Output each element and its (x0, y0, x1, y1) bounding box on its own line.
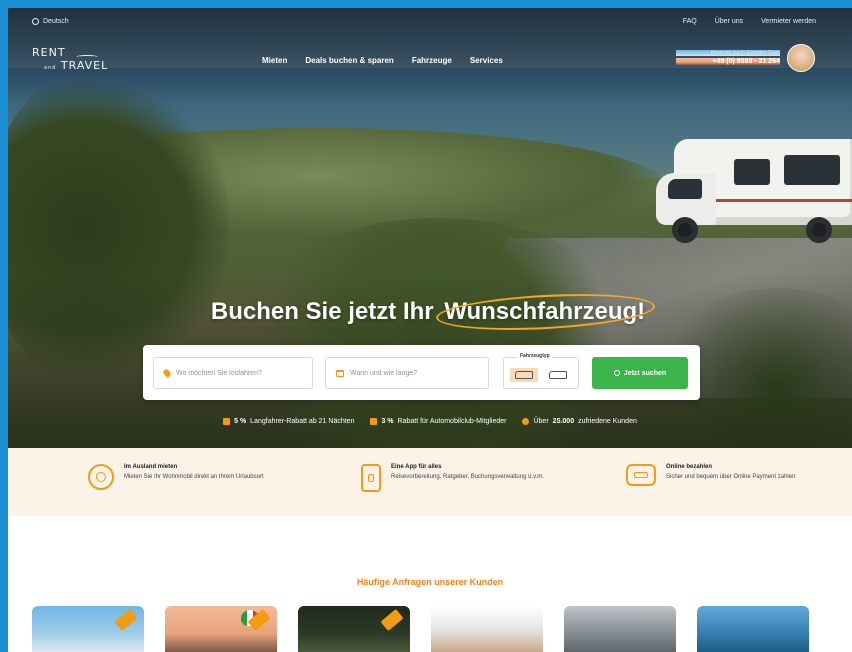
language-switcher[interactable]: Deutsch (32, 18, 69, 25)
nav-item-fahrzeuge[interactable]: Fahrzeuge (412, 56, 452, 65)
hero-headline: Buchen Sie jetzt Ihr Wunschfahrzeug! (8, 298, 852, 326)
vehicle-type-label: Fahrzeugtyp (518, 353, 552, 359)
location-field[interactable]: Wo möchten Sie losfahren? (153, 357, 313, 389)
feature-desc: Sicher und bequem über Online Payment za… (666, 474, 796, 480)
date-field[interactable]: Wann und wie lange? (325, 357, 489, 389)
headline-highlight: Wunschfahrzeug! (440, 298, 649, 326)
perk-long-trip-discount: 5 % Langfahrer-Rabatt ab 21 Nächten (223, 418, 354, 425)
logo-text-rent: RENT (32, 46, 66, 59)
globe-icon (88, 464, 114, 490)
language-label: Deutsch (43, 18, 69, 25)
vehicle-type-motorhome[interactable] (544, 368, 572, 382)
top-link-faq[interactable]: FAQ (683, 18, 697, 25)
feature-desc: Mieten Sie Ihr Wohnmobil direkt an Ihrem… (124, 474, 264, 480)
payment-icon-inner (634, 472, 648, 478)
payment-icon (626, 464, 656, 486)
feature-title: Eine App für alles (391, 464, 442, 470)
discount-tag-icon (380, 608, 404, 632)
perk-value: 3 % (381, 418, 394, 425)
perk-prefix: Über (533, 418, 549, 425)
contact-info: Beratung durch Experten Team +49 (0) 858… (676, 50, 780, 65)
vehicle-type-camper-van[interactable] (510, 368, 538, 382)
calendar-icon (336, 369, 344, 377)
inquiry-card[interactable] (32, 606, 144, 652)
location-pin-icon (162, 368, 172, 378)
perk-text: zufriedene Kunden (578, 418, 637, 425)
search-box: Wo möchten Sie losfahren? Wann und wie l… (143, 345, 700, 400)
feature-app: Eine App für alles Reisevorbereitung, Ra… (361, 464, 544, 492)
top-link-become-landlord[interactable]: Vermieter werden (761, 18, 816, 25)
camper-van-icon (515, 371, 533, 379)
perk-happy-customers: Über 25.000 zufriedene Kunden (522, 418, 637, 425)
perk-value: 5 % (234, 418, 247, 425)
feature-abroad: Im Ausland mieten Mieten Sie Ihr Wohnmob… (88, 464, 264, 490)
perk-text: Rabatt für Automobilclub-Mitglieder (397, 418, 507, 425)
smartphone-icon (361, 464, 381, 492)
top-link-about[interactable]: Über uns (715, 18, 743, 25)
globe-icon-inner (96, 472, 106, 482)
main-navbar: RENT and TRAVEL Mieten Deals buchen & sp… (8, 44, 852, 80)
feature-title: Online bezahlen (666, 464, 713, 470)
smartphone-icon-inner (368, 474, 374, 482)
feature-payment: Online bezahlen Sicher und bequem über O… (626, 464, 795, 486)
perk-automobile-club: 3 % Rabatt für Automobilclub-Mitglieder (370, 418, 506, 425)
date-placeholder: Wann und wie lange? (350, 369, 418, 377)
headline-prefix: Buchen Sie jetzt Ihr (210, 298, 434, 325)
main-nav: Mieten Deals buchen & sparen Fahrzeuge S… (262, 56, 503, 65)
logo-text-travel: and TRAVEL (32, 59, 122, 73)
search-button[interactable]: Jetzt suchen (592, 357, 688, 389)
discount-icon (370, 418, 378, 425)
feature-strip: Im Ausland mieten Mieten Sie Ihr Wohnmob… (8, 448, 852, 516)
top-links: FAQ Über uns Vermieter werden (683, 18, 816, 25)
motorhome-icon (549, 371, 567, 379)
feature-desc: Reisevorbereitung, Ratgeber, Buchungsver… (391, 474, 544, 480)
nav-item-services[interactable]: Services (470, 56, 503, 65)
contact-caption: Beratung durch Experten Team (676, 50, 780, 56)
nav-item-mieten[interactable]: Mieten (262, 56, 287, 65)
badge-icon (522, 418, 530, 425)
feature-title: Im Ausland mieten (124, 464, 178, 470)
feature-text: Im Ausland mieten Mieten Sie Ihr Wohnmob… (124, 464, 264, 480)
inquiry-card[interactable] (298, 606, 410, 652)
perk-value: 25.000 (552, 418, 575, 425)
search-icon (613, 370, 620, 376)
nav-item-deals[interactable]: Deals buchen & sparen (305, 56, 393, 65)
feature-text: Eine App für alles Reisevorbereitung, Ra… (391, 464, 544, 480)
location-placeholder: Wo möchten Sie losfahren? (176, 369, 262, 377)
inquiry-card[interactable] (165, 606, 277, 652)
inquiry-card[interactable] (564, 606, 676, 652)
logo-text-and: and (44, 65, 57, 71)
inquiry-card[interactable] (431, 606, 543, 652)
discount-icon (223, 418, 231, 425)
top-utility-bar: Deutsch FAQ Über uns Vermieter werden (8, 8, 852, 36)
perk-text: Langfahrer-Rabatt ab 21 Nächten (250, 418, 355, 425)
inquiry-card[interactable] (697, 606, 809, 652)
faq-section-title: Häufige Anfragen unserer Kunden (356, 577, 504, 587)
discount-tag-icon (114, 608, 138, 632)
search-button-label: Jetzt suchen (623, 369, 667, 377)
logo-text-travel-word: TRAVEL (60, 59, 109, 72)
globe-icon (32, 18, 39, 25)
perks-bar: 5 % Langfahrer-Rabatt ab 21 Nächten 3 % … (8, 418, 852, 425)
contact-phone[interactable]: +49 (0) 8583 - 21 264 (676, 58, 780, 65)
advisor-avatar (787, 44, 815, 72)
feature-text: Online bezahlen Sicher und bequem über O… (666, 464, 795, 480)
logo[interactable]: RENT and TRAVEL (32, 46, 122, 74)
logo-swoosh (76, 55, 98, 59)
vehicle-type-selector: Fahrzeugtyp (503, 353, 579, 389)
